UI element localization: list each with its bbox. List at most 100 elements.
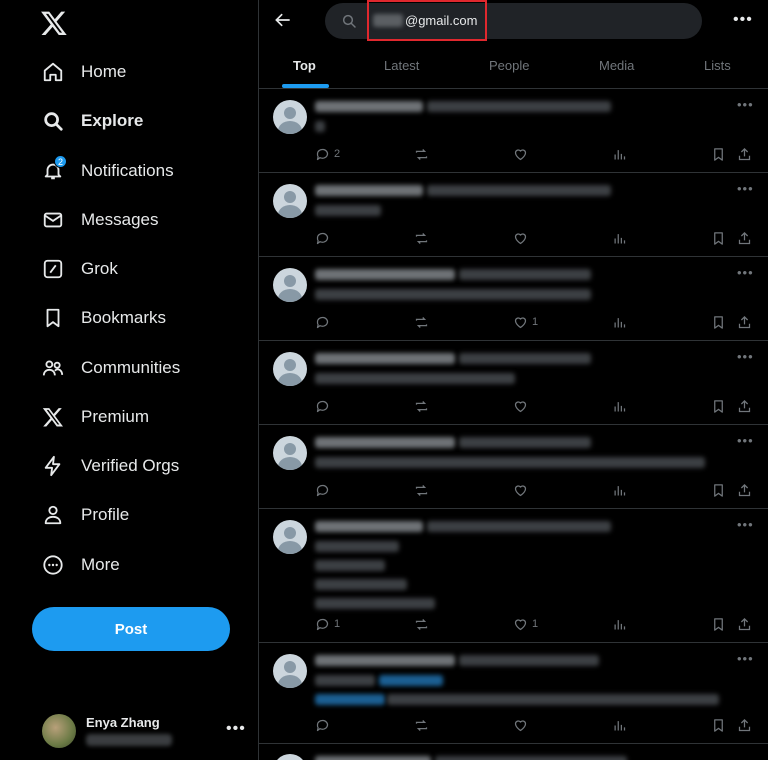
avatar[interactable] [273,184,307,218]
like-button[interactable] [513,481,532,499]
tweet[interactable]: ••• 1 1 [259,509,768,643]
share-button[interactable] [737,397,752,415]
views-button[interactable] [612,716,627,734]
reply-button[interactable] [315,481,334,499]
nav-label-profile: Profile [81,505,130,524]
tab-people[interactable]: People [489,58,529,73]
tweet-author-redacted [315,101,423,112]
tweet-partial[interactable] [259,744,768,760]
views-button[interactable] [612,145,627,163]
views-button[interactable] [612,481,627,499]
tweet-more-icon[interactable]: ••• [737,517,754,532]
reply-button[interactable] [315,313,334,331]
share-button[interactable] [737,229,752,247]
share-button[interactable] [737,716,752,734]
notification-badge: 2 [54,155,67,168]
reply-button[interactable]: 1 [315,615,340,633]
like-button[interactable]: 1 [513,615,538,633]
bookmark-button[interactable] [711,481,726,499]
post-button[interactable]: Post [32,607,230,651]
nav-label-premium: Premium [81,407,150,426]
like-button[interactable] [513,145,532,163]
like-button[interactable]: 1 [513,313,538,331]
repost-button[interactable] [414,716,429,734]
avatar[interactable] [273,436,307,470]
share-icon [737,718,752,733]
tweet-more-icon[interactable]: ••• [737,433,754,448]
avatar[interactable] [273,268,307,302]
bookmark-button[interactable] [711,716,726,734]
envelope-icon [42,209,64,231]
tweet-more-icon[interactable]: ••• [737,181,754,196]
nav-explore[interactable]: Explore [30,99,240,143]
repost-button[interactable] [414,397,429,415]
repost-button[interactable] [414,615,429,633]
nav-profile[interactable]: Profile [30,493,240,537]
tweet[interactable]: ••• [259,341,768,425]
share-button[interactable] [737,313,752,331]
nav-communities[interactable]: Communities [30,346,240,390]
share-button[interactable] [737,145,752,163]
views-button[interactable] [612,229,627,247]
tweet-meta-redacted [427,101,611,112]
tab-media[interactable]: Media [599,58,634,73]
back-arrow-icon[interactable] [273,10,293,30]
share-button[interactable] [737,481,752,499]
reply-button[interactable]: 2 [315,145,340,163]
tweet[interactable]: ••• [259,643,768,744]
avatar[interactable] [273,352,307,386]
nav-messages[interactable]: Messages [30,198,240,242]
tweet-more-icon[interactable]: ••• [737,349,754,364]
avatar[interactable] [273,520,307,554]
tab-lists[interactable]: Lists [704,58,731,73]
nav-bookmarks[interactable]: Bookmarks [30,296,240,340]
bookmark-button[interactable] [711,145,726,163]
reply-button[interactable] [315,716,334,734]
tweet-text-redacted [315,121,325,132]
repost-button[interactable] [414,313,429,331]
tweet[interactable]: ••• [259,425,768,509]
tweet-more-icon[interactable]: ••• [737,651,754,666]
nav-verified-orgs[interactable]: Verified Orgs [30,444,240,488]
like-button[interactable] [513,397,532,415]
reply-button[interactable] [315,397,334,415]
tweet-more-icon[interactable]: ••• [737,265,754,280]
views-button[interactable] [612,397,627,415]
avatar[interactable] [273,654,307,688]
like-button[interactable] [513,716,532,734]
tweet-more-icon[interactable]: ••• [737,97,754,112]
bookmark-button[interactable] [711,397,726,415]
search-more-icon[interactable]: ••• [733,11,753,29]
repost-button[interactable] [414,481,429,499]
views-button[interactable] [612,615,627,633]
tweet[interactable]: ••• 2 [259,89,768,173]
search-input[interactable]: @gmail.com [325,0,702,41]
reply-button[interactable] [315,229,334,247]
repost-button[interactable] [414,229,429,247]
avatar[interactable] [273,100,307,134]
lightning-icon [42,455,64,477]
tweet[interactable]: ••• 1 [259,257,768,341]
share-button[interactable] [737,615,752,633]
account-more-icon[interactable]: ••• [226,720,246,738]
repost-button[interactable] [414,145,429,163]
tweet-actions: 1 1 [259,615,768,633]
account-switcher[interactable]: Enya Zhang ••• [30,706,250,758]
nav-notifications[interactable]: 2 Notifications [30,149,240,193]
tweet-author-redacted [315,353,455,364]
tweet[interactable]: ••• [259,173,768,257]
nav-more[interactable]: More [30,543,240,587]
nav-premium[interactable]: Premium [30,395,240,439]
views-button[interactable] [612,313,627,331]
nav-home[interactable]: Home [30,50,240,94]
bookmark-button[interactable] [711,615,726,633]
tab-latest[interactable]: Latest [384,58,419,73]
bookmark-button[interactable] [711,313,726,331]
like-button[interactable] [513,229,532,247]
bookmark-button[interactable] [711,229,726,247]
reply-icon [315,483,330,498]
tweet-actions: 2 [259,145,768,163]
nav-grok[interactable]: Grok [30,247,240,291]
tab-top[interactable]: Top [293,58,316,73]
x-logo-icon[interactable] [40,9,68,37]
